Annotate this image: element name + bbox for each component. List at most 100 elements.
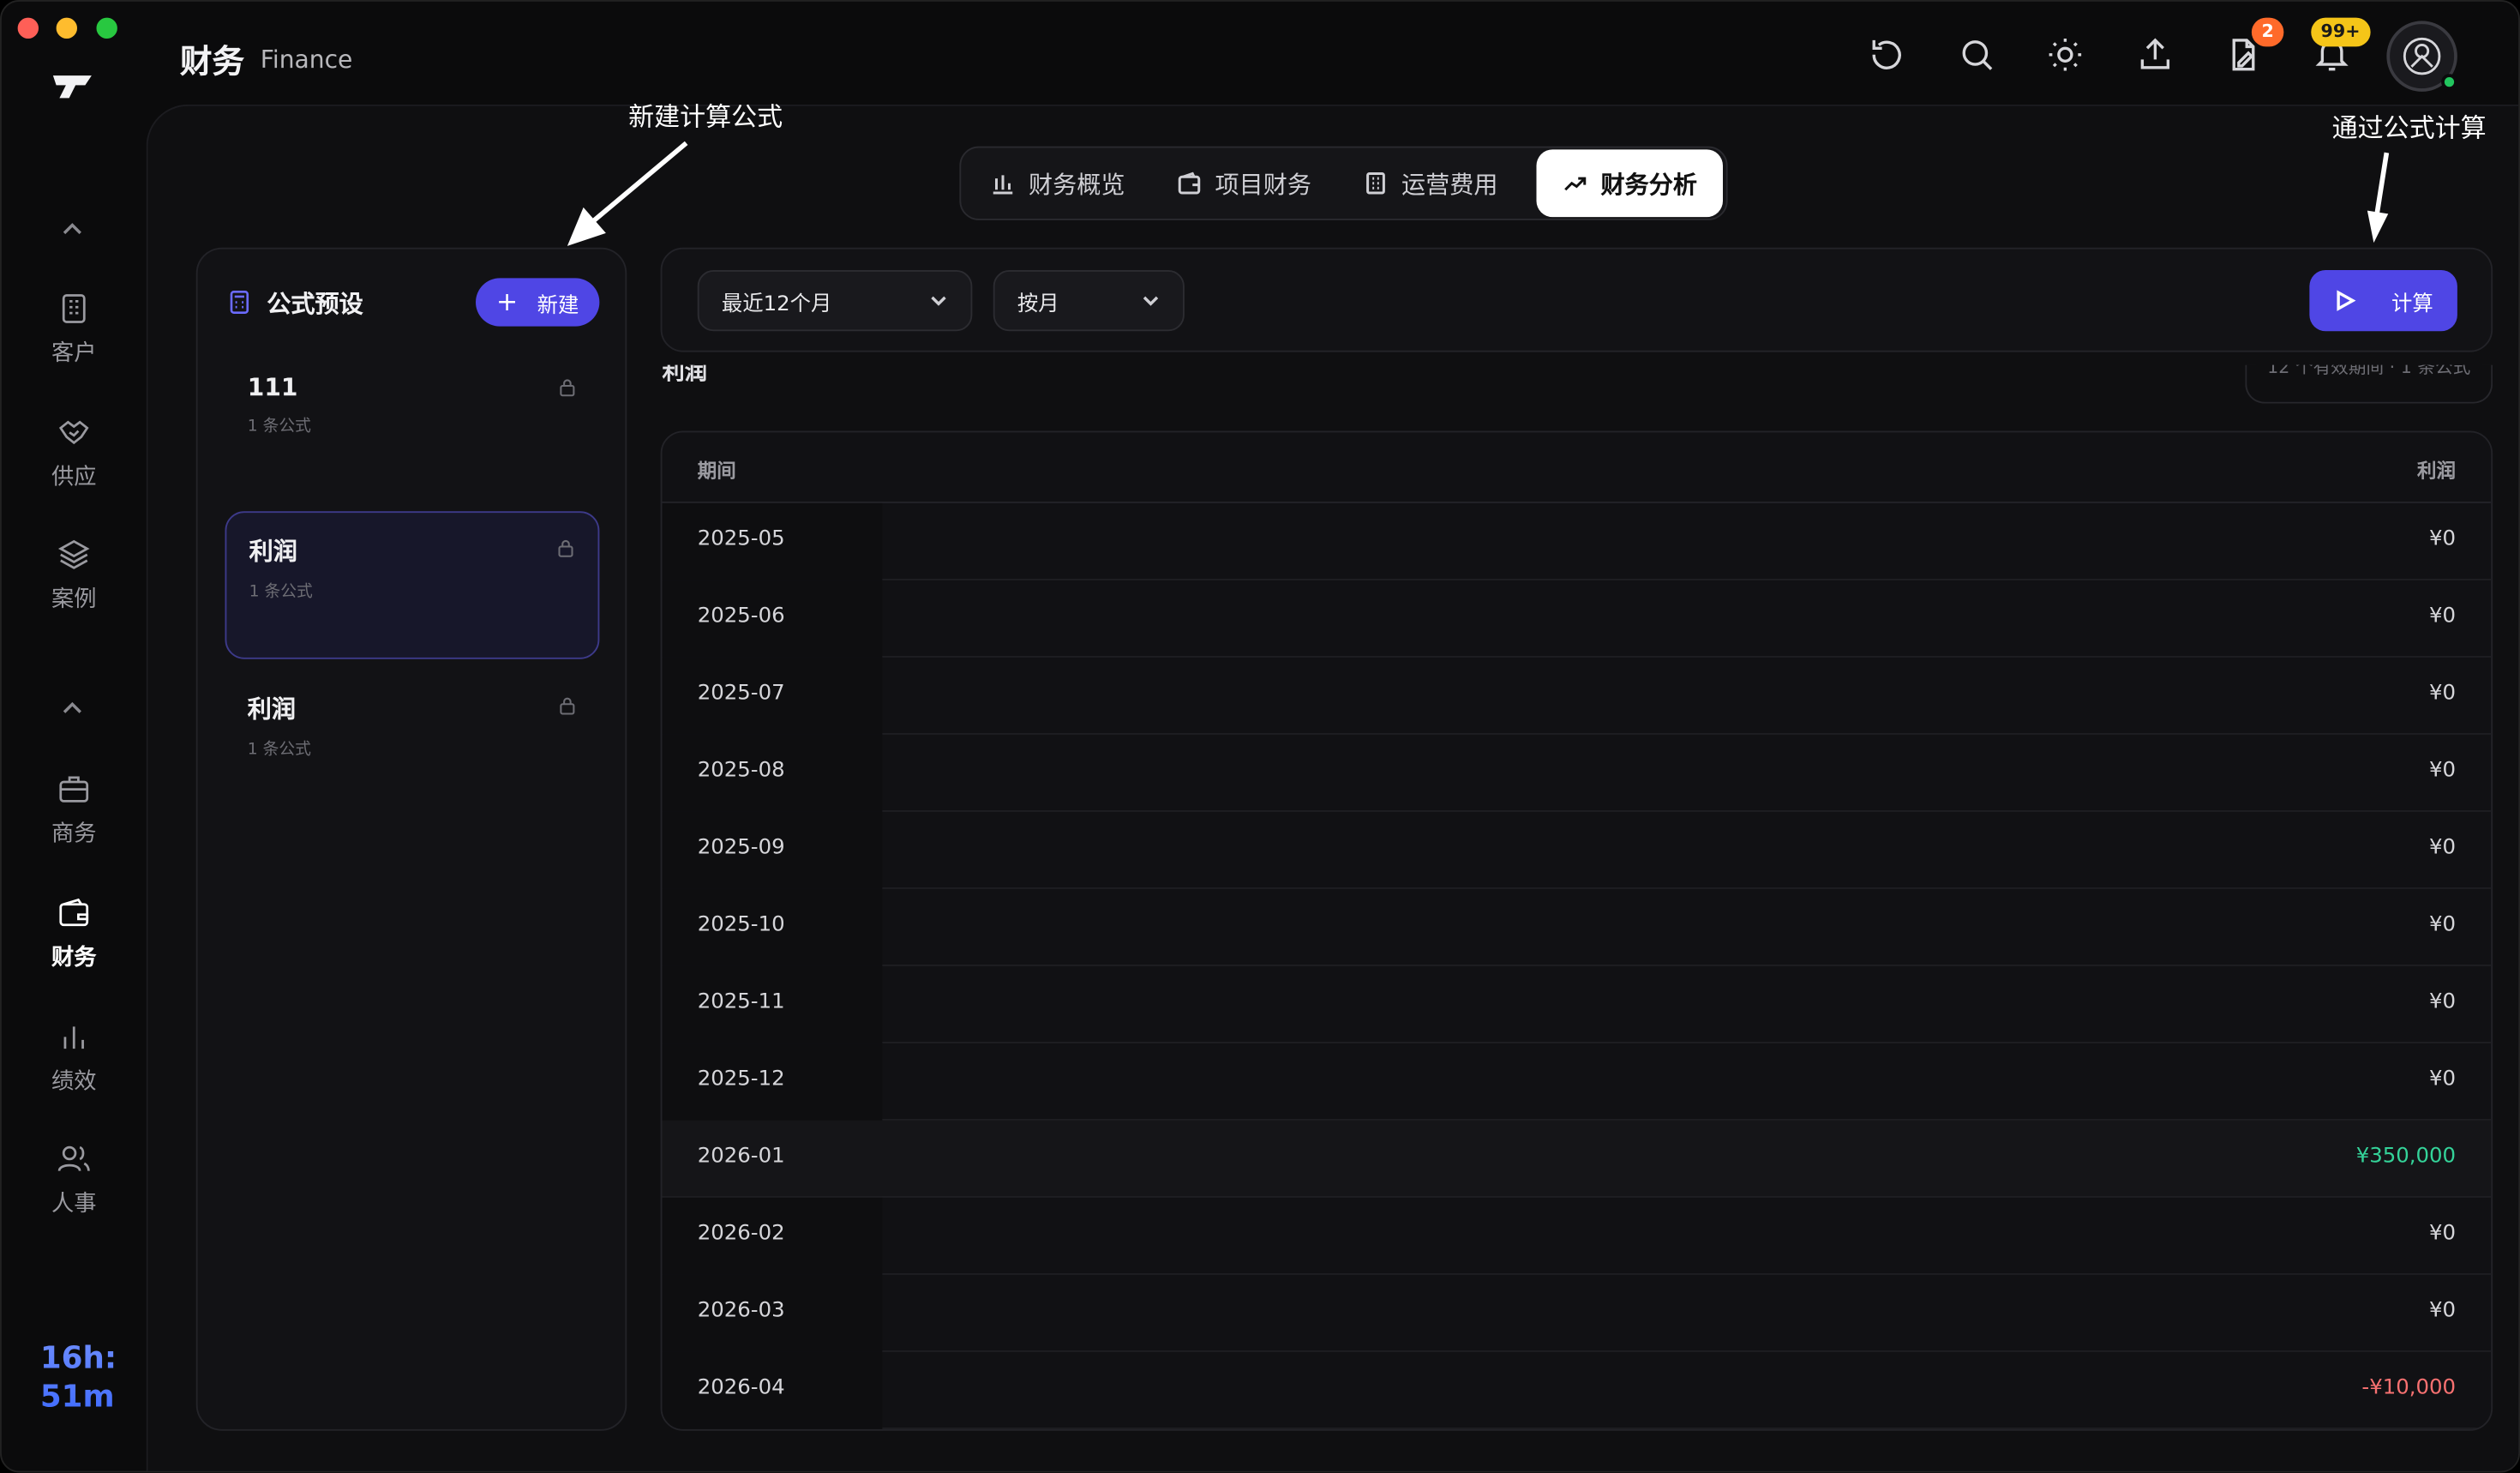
result-summary-badge: 12 个有效期间 · 1 条公式 <box>2245 364 2493 404</box>
play-icon <box>2337 290 2356 311</box>
period-cell: 2026-03 <box>697 1299 785 1324</box>
results-table: 期间 利润 2025-05 ¥0 2025-06 ¥0 2025-07 ¥0 2025-08… <box>660 430 2493 1431</box>
upload-button[interactable] <box>2136 35 2175 74</box>
notification-badge: 99+ <box>2311 17 2370 47</box>
sidebar-item-hr[interactable]: 人事 <box>24 1141 123 1238</box>
bar-chart-icon <box>63 1026 84 1049</box>
table-row: 2025-11 ¥0 <box>662 965 2492 1043</box>
plus-icon: + <box>495 286 519 317</box>
formula-presets-panel: 公式预设 + 新建 111 1 条公式 利润 1 条公式 利润 1 条公式 <box>195 247 627 1431</box>
sidebar-item-label: 财务 <box>51 945 97 971</box>
period-cell: 2026-04 <box>697 1376 785 1401</box>
new-formula-button[interactable]: + 新建 <box>476 278 600 327</box>
search-button[interactable] <box>1958 35 1996 74</box>
chevron-down-icon <box>1143 296 1159 306</box>
refresh-button[interactable] <box>1868 35 1906 74</box>
users-icon <box>57 1145 90 1172</box>
search-icon <box>1962 40 1993 70</box>
profit-cell: ¥0 <box>2428 1299 2456 1324</box>
column-header-profit: 利润 <box>2416 460 2456 483</box>
chevron-up-icon[interactable] <box>59 220 85 240</box>
annotation-arrow-icon <box>567 141 688 246</box>
table-row: 2025-07 ¥0 <box>662 657 2492 735</box>
result-title: 利润 <box>662 364 708 386</box>
tab-project-finance[interactable]: 项目财务 <box>1151 149 1338 217</box>
table-row: 2025-08 ¥0 <box>662 734 2492 812</box>
theme-toggle-button[interactable] <box>2046 35 2085 74</box>
profit-cell: ¥0 <box>2428 1067 2456 1092</box>
preset-item[interactable]: 利润 1 条公式 <box>225 670 600 819</box>
app-subtitle: Finance <box>260 45 353 75</box>
period-cell: 2025-05 <box>697 527 785 552</box>
chevron-down-icon <box>931 296 946 306</box>
sun-icon <box>2049 39 2082 71</box>
sidebar-item-customers[interactable]: 客户 <box>24 291 123 388</box>
tab-operating-expenses[interactable]: 运营费用 <box>1337 149 1524 217</box>
lock-icon <box>560 379 575 397</box>
sidebar-item-finance[interactable]: 财务 <box>24 895 123 992</box>
period-cell: 2026-02 <box>697 1222 785 1247</box>
preset-item[interactable]: 111 1 条公式 <box>225 352 600 501</box>
period-range-select[interactable]: 最近12个月 <box>697 270 973 332</box>
granularity-select[interactable]: 按月 <box>993 270 1185 332</box>
online-status-dot <box>2441 74 2457 90</box>
tab-financial-analysis[interactable]: 财务分析 <box>1536 149 1723 218</box>
calculate-button[interactable]: 计算 <box>2309 270 2457 332</box>
profit-cell: ¥0 <box>2428 759 2456 784</box>
app-title: 财务 <box>180 41 244 81</box>
table-row: 2025-09 ¥0 <box>662 811 2492 889</box>
column-header-period: 期间 <box>697 460 736 483</box>
profit-cell: ¥0 <box>2428 1222 2456 1247</box>
period-cell: 2025-09 <box>697 836 785 861</box>
sidebar-item-business[interactable]: 商务 <box>24 772 123 869</box>
refresh-icon <box>1872 39 1901 69</box>
sidebar-item-label: 商务 <box>51 821 97 848</box>
building-icon <box>62 294 86 323</box>
profit-cell: ¥0 <box>2428 913 2456 938</box>
preset-item[interactable]: 利润 1 条公式 <box>225 511 600 659</box>
sidebar-item-cases[interactable]: 案例 <box>24 537 123 634</box>
profit-cell: ¥0 <box>2428 604 2456 629</box>
wallet-icon <box>59 898 89 927</box>
filter-bar: 最近12个月 按月 计算 <box>660 247 2493 352</box>
table-row: 2026-01 ¥350,000 <box>662 1120 2492 1198</box>
maximize-window-button[interactable] <box>96 17 117 39</box>
table-row: 2025-10 ¥0 <box>662 888 2492 966</box>
app-window: 财务 Finance 客户 供应 案例 商务 财务 绩效 人事 16h: 51m <box>0 0 2520 1473</box>
sidebar-item-performance[interactable]: 绩效 <box>24 1019 123 1116</box>
annotation-calc-by-formula: 通过公式计算 <box>2331 112 2487 143</box>
lock-icon <box>558 539 573 557</box>
sidebar-item-supply[interactable]: 供应 <box>24 415 123 512</box>
handshake-icon <box>58 420 89 445</box>
sidebar-item-label: 客户 <box>51 340 97 367</box>
table-row: 2025-05 ¥0 <box>662 502 2492 580</box>
period-cell: 2026-01 <box>697 1145 785 1169</box>
table-row: 2026-03 ¥0 <box>662 1274 2492 1352</box>
minimize-window-button[interactable] <box>56 17 77 39</box>
profit-cell: ¥0 <box>2428 990 2456 1015</box>
profit-cell: -¥10,000 <box>2361 1376 2456 1401</box>
sidebar-item-label: 案例 <box>51 586 97 613</box>
upload-icon <box>2140 38 2170 69</box>
chevron-up-icon[interactable] <box>59 700 85 719</box>
close-window-button[interactable] <box>17 17 39 39</box>
bar-chart-icon <box>993 175 1013 195</box>
profit-cell: ¥0 <box>2428 527 2456 552</box>
sidebar-item-label: 供应 <box>51 464 97 490</box>
finance-tabs: 财务概览 项目财务 运营费用 财务分析 <box>959 146 1728 220</box>
profit-cell: ¥350,000 <box>2355 1145 2456 1169</box>
annotation-new-formula: 新建计算公式 <box>628 101 783 132</box>
table-row: 2025-06 ¥0 <box>662 580 2492 658</box>
tab-finance-overview[interactable]: 财务概览 <box>964 149 1151 217</box>
sidebar-item-label: 绩效 <box>51 1068 97 1095</box>
wallet-icon <box>1178 171 1201 195</box>
calculator-icon <box>230 291 249 314</box>
trend-icon <box>1564 177 1587 191</box>
annotation-arrow-icon <box>2367 152 2390 243</box>
app-logo-icon <box>52 75 92 99</box>
presets-title: 公式预设 <box>267 289 363 319</box>
layers-icon <box>57 539 90 569</box>
period-cell: 2025-07 <box>697 682 785 706</box>
user-avatar-icon <box>2403 37 2441 75</box>
table-header: 期间 利润 <box>662 432 2492 503</box>
